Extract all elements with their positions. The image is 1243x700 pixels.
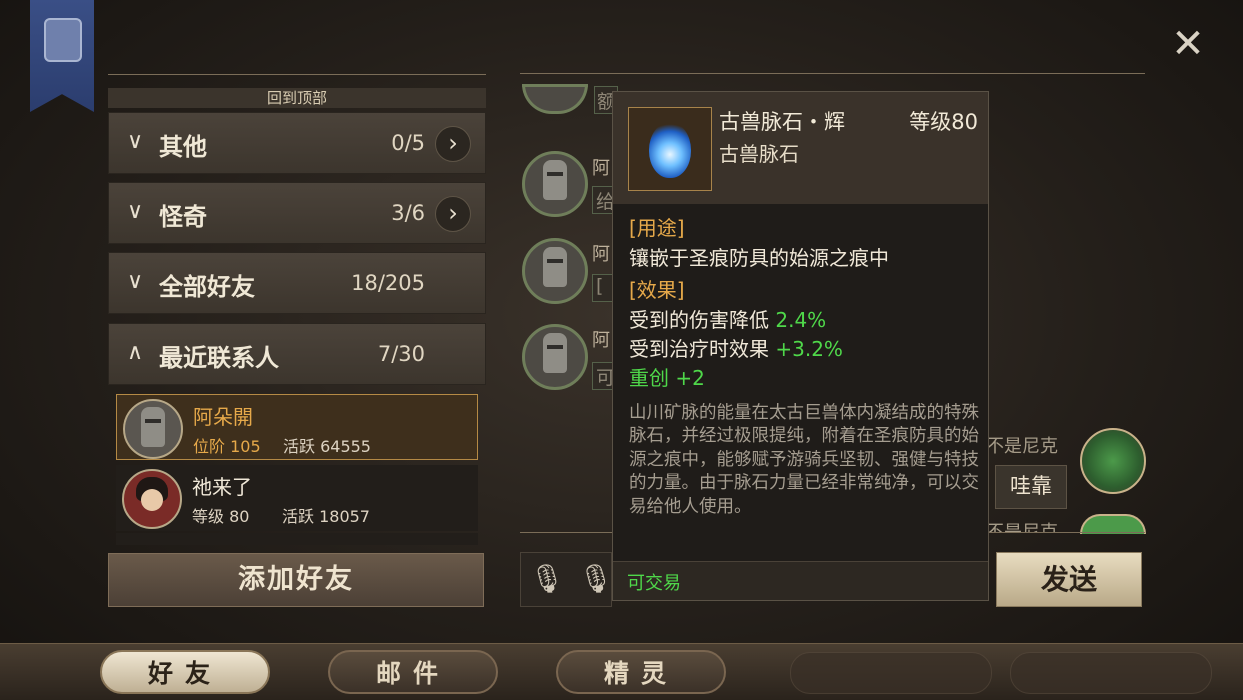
group-count: 3/6 [391, 201, 425, 225]
tradeable-label: 可交易 [627, 573, 681, 594]
chat-sender-name: 阿 [592, 244, 610, 265]
effect-header: [效果] [629, 278, 685, 302]
item-type: 古兽脉石 [719, 142, 799, 166]
chat-sender-name: 阿 [592, 330, 610, 351]
effect-line: 受到的伤害降低 2.4% [629, 308, 827, 332]
group-other[interactable]: ∨ 其他 0/5 › [108, 112, 486, 174]
group-count: 7/30 [377, 342, 425, 366]
item-tooltip: 古兽脉石・辉 等级80 古兽脉石 [用途] 镶嵌于圣痕防具的始源之痕中 [效果]… [612, 91, 989, 601]
divider [520, 73, 1145, 74]
ornament [1010, 652, 1212, 694]
effect-line: 受到治疗时效果 +3.2% [629, 337, 843, 361]
moai-icon [543, 160, 567, 200]
chevron-right-icon[interactable]: › [435, 196, 471, 232]
group-count: 18/205 [351, 271, 425, 295]
contact-item[interactable]: 阿朵開 位阶 105 活跃 64555 [116, 394, 478, 460]
mug-icon [44, 18, 82, 62]
tooltip-footer: 可交易 [613, 561, 988, 600]
divider [108, 74, 486, 75]
contact-rank: 等级 80 [192, 507, 250, 526]
group-name: 怪奇 [159, 203, 207, 231]
microphone-icon[interactable]: 🎙 [578, 556, 612, 602]
contact-rank: 位阶 105 [193, 437, 261, 456]
group-all-friends[interactable]: ∨ 全部好友 18/205 [108, 252, 486, 314]
chevron-right-icon[interactable]: › [435, 126, 471, 162]
group-name: 其他 [159, 133, 207, 161]
group-name: 最近联系人 [159, 344, 279, 372]
usage-text: 镶嵌于圣痕防具的始源之痕中 [629, 246, 889, 270]
avatar [522, 238, 588, 304]
chat-sender-name: 阿 [592, 158, 610, 179]
avatar [522, 151, 588, 217]
add-friend-button[interactable]: 添加好友 [108, 553, 484, 607]
usage-header: [用途] [629, 216, 685, 240]
contact-name: 祂来了 [192, 475, 252, 499]
contact-activity: 活跃 64555 [283, 437, 371, 456]
moai-icon [141, 407, 165, 447]
avatar [122, 469, 182, 529]
avatar [522, 84, 588, 114]
tab-spirit[interactable]: 精灵 [556, 650, 726, 694]
blue-flame-icon [649, 122, 691, 178]
contact-name: 阿朵開 [193, 405, 253, 429]
back-to-top-button[interactable]: 回到顶部 [108, 88, 486, 108]
chevron-down-icon: ∨ [127, 129, 144, 154]
group-name: 全部好友 [159, 273, 255, 301]
moai-icon [543, 333, 567, 373]
avatar [1080, 428, 1146, 494]
group-count: 0/5 [391, 131, 425, 155]
chevron-down-icon: ∨ [127, 199, 144, 224]
item-description: 山川矿脉的能量在太古巨兽体内凝结成的特殊脉石，并经过极限提纯，附着在圣痕防具的始… [629, 403, 979, 517]
ornament [790, 652, 992, 694]
contact-item[interactable]: 祂来了 等级 80 活跃 18057 [116, 465, 478, 531]
moai-icon [543, 247, 567, 287]
group-recent-contacts[interactable]: ∧ 最近联系人 7/30 [108, 323, 486, 385]
avatar [123, 399, 183, 459]
avatar [522, 324, 588, 390]
tab-friends[interactable]: 好友 [100, 650, 270, 694]
item-name: 古兽脉石・辉 [719, 110, 845, 134]
list-item [116, 533, 478, 545]
tab-mail[interactable]: 邮件 [328, 650, 498, 694]
chevron-up-icon: ∧ [127, 340, 144, 365]
chat-bubble: 哇靠 [995, 465, 1067, 509]
guild-banner [30, 0, 94, 112]
close-icon[interactable]: ✕ [1168, 24, 1208, 64]
microphone-icon[interactable]: 🎙 [524, 556, 570, 602]
effect-line: 重创 +2 [629, 366, 705, 390]
avatar [1080, 514, 1146, 534]
item-level: 等级80 [909, 110, 978, 134]
item-icon [628, 107, 712, 191]
chat-bubble: 给 [592, 186, 615, 214]
tooltip-header: 古兽脉石・辉 等级80 古兽脉石 [613, 92, 988, 204]
group-strange[interactable]: ∨ 怪奇 3/6 › [108, 182, 486, 244]
send-button[interactable]: 发送 [996, 552, 1142, 607]
chat-bubble: 可 [592, 362, 615, 390]
chevron-down-icon: ∨ [127, 269, 144, 294]
chat-bubble: [ [592, 274, 614, 302]
contact-activity: 活跃 18057 [282, 507, 370, 526]
